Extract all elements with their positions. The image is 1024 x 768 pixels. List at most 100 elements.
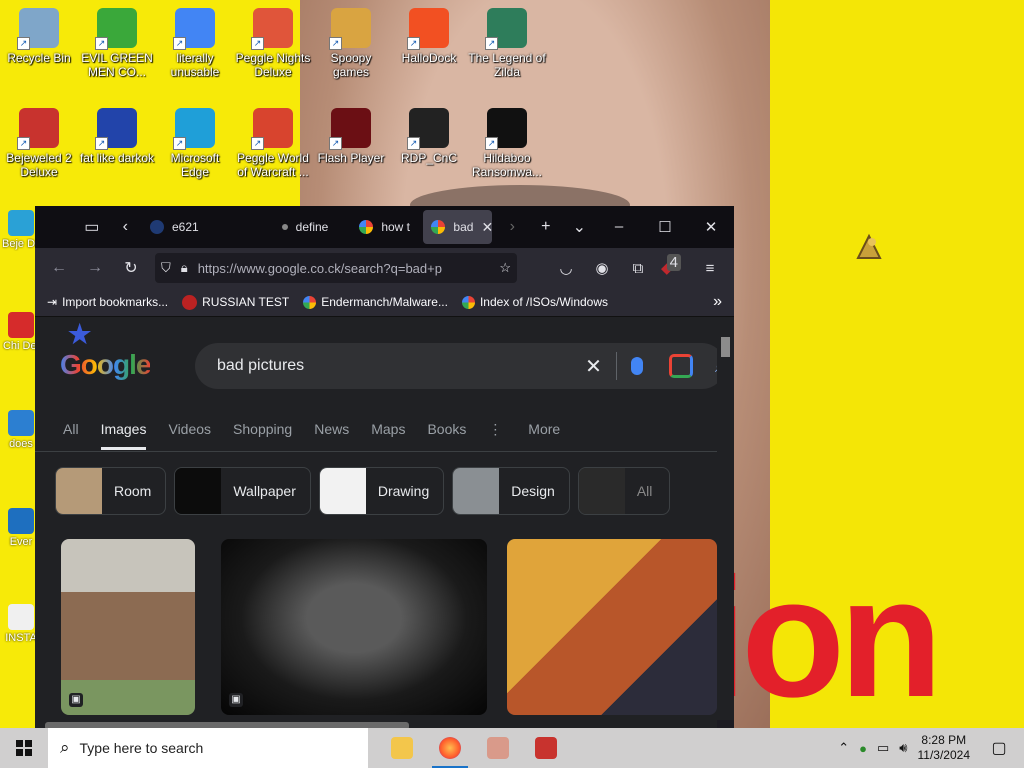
microphone-icon[interactable] (630, 357, 643, 375)
chip-room[interactable]: Room (55, 467, 167, 515)
tray-app-icon[interactable]: ● (859, 741, 867, 756)
clear-search-icon[interactable]: ✕ (585, 354, 602, 379)
reload-button[interactable]: ↻ (113, 258, 149, 278)
chip-all[interactable]: All (577, 467, 670, 515)
search-box[interactable]: bad pictures ✕ ⌕ (195, 343, 717, 389)
chevron-right-icon: › (509, 218, 515, 235)
tab-define[interactable]: define (274, 210, 348, 244)
chip-thumbnail (453, 468, 500, 514)
taskbar-file-explorer[interactable] (378, 728, 426, 768)
desktop-icon[interactable]: ↗ HalloDock (390, 8, 468, 65)
ublock-icon[interactable]: ◆4 (656, 254, 692, 277)
image-result-dark-face[interactable]: ▣ (221, 539, 487, 715)
tab-images[interactable]: Images (100, 421, 147, 450)
new-tab-button[interactable]: + (529, 209, 563, 245)
minimize-button[interactable]: – (596, 218, 642, 236)
taskbar-firefox[interactable] (426, 728, 474, 768)
notification-icon: ▢ (991, 740, 1007, 757)
desktop-icon[interactable]: ↗ EVIL GREEN MEN CO... (78, 8, 156, 79)
start-button[interactable] (0, 728, 48, 768)
desktop-icon-label: Microsoft Edge (170, 151, 220, 179)
image-result-movie-poster[interactable] (507, 539, 717, 715)
maximize-button[interactable]: ☐ (642, 218, 688, 236)
desktop-icon[interactable]: ↗ Hildaboo Ransomwa... (468, 108, 546, 179)
taskbar-bejeweled[interactable] (522, 728, 570, 768)
tab-label: how t (381, 220, 411, 234)
tab-bar: ▭ ‹ e621 define how t bad ✕ › + ⌄ – ☐ ✕ (35, 206, 734, 248)
desktop-icon[interactable]: ↗ Microsoft Edge (156, 108, 234, 179)
network-icon[interactable]: ▭ (877, 740, 889, 756)
google-logo[interactable]: ★ Google (60, 319, 151, 381)
vertical-scrollbar[interactable] (717, 317, 734, 720)
tab-videos[interactable]: Videos (168, 421, 211, 450)
tab-bad-pictures[interactable]: bad ✕ (423, 210, 492, 244)
chip-thumbnail (175, 468, 222, 514)
forward-button[interactable]: → (77, 259, 113, 277)
tab-how[interactable]: how t (351, 210, 419, 244)
tab-shopping[interactable]: Shopping (233, 421, 292, 450)
tab-more[interactable]: ⋮ More (488, 421, 582, 450)
menu-icon[interactable]: ≡ (692, 260, 728, 277)
app-icon (8, 508, 34, 534)
tab-scroll-left-button[interactable]: ‹ (109, 209, 143, 245)
search-input[interactable]: bad pictures (217, 357, 585, 375)
volume-icon[interactable]: 🔊︎ (899, 740, 907, 756)
tab-maps[interactable]: Maps (371, 421, 405, 450)
shortcut-arrow-icon: ↗ (173, 137, 186, 150)
clock[interactable]: 8:28 PM 11/3/2024 (918, 733, 971, 763)
bookmark-label: Index of /ISOs/Windows (479, 295, 609, 309)
back-button[interactable]: ← (41, 259, 77, 277)
tab-books[interactable]: Books (427, 421, 466, 450)
bookmark-russian-test[interactable]: RUSSIAN TEST (182, 294, 289, 310)
bookmark-endermanch[interactable]: Endermanch/Malware... (303, 295, 448, 309)
list-tabs-button[interactable]: ⌄ (563, 209, 597, 245)
bookmark-star-icon[interactable]: ☆ (499, 260, 511, 276)
desktop-icon-label: HalloDock (401, 51, 457, 65)
bookmark-isos[interactable]: Index of /ISOs/Windows (461, 295, 609, 309)
desktop-icon[interactable]: ↗ fat like darkok (78, 108, 156, 165)
account-icon[interactable]: ◉ (584, 259, 620, 277)
desktop-icon[interactable]: ↗ Bejeweled 2 Deluxe (0, 108, 78, 179)
close-window-button[interactable]: ✕ (688, 218, 734, 236)
tab-e621[interactable]: e621 (142, 210, 270, 244)
desktop-icon[interactable]: ↗ RDP_CnC (390, 108, 468, 165)
close-tab-icon[interactable]: ✕ (481, 219, 491, 236)
desktop-icon[interactable]: ↗ Spoopy games (312, 8, 390, 79)
image-icon: ▣ (229, 693, 243, 707)
desktop-icon[interactable]: ↗ Flash Player (312, 108, 390, 165)
shortcut-arrow-icon: ↗ (485, 37, 498, 50)
google-lens-icon[interactable] (668, 354, 693, 378)
url-text[interactable]: https://www.google.co.ck/search?q=bad+p (198, 261, 500, 276)
plus-icon: + (541, 218, 551, 235)
chevron-up-icon[interactable]: ⌃ (838, 740, 849, 756)
chip-design[interactable]: Design (452, 467, 570, 515)
tab-scroll-right-button[interactable]: › (496, 209, 530, 245)
shortcut-arrow-icon: ↗ (329, 37, 342, 50)
taskbar-search[interactable]: ⌕ Type here to search (48, 728, 368, 768)
taskbar-zilda[interactable] (474, 728, 522, 768)
shield-icon[interactable]: ⛉ (161, 260, 171, 276)
tabs-divider (35, 451, 717, 452)
desktop-icon[interactable]: ↗ Recycle Bin (0, 8, 78, 65)
desktop-icon[interactable]: ↗ Peggle World of Warcraft ... (234, 108, 312, 179)
app-icon: ↗ (173, 8, 215, 50)
tab-overview-button[interactable]: ▭ (75, 209, 109, 245)
desktop-icon[interactable]: ↗ Peggle Nights Deluxe (234, 8, 312, 79)
image-result-woman[interactable]: ▣ (61, 539, 195, 715)
scroll-thumb[interactable] (721, 337, 730, 357)
desktop-icon[interactable]: ↗ literally unusable (156, 8, 234, 79)
notification-button[interactable]: ▢ (984, 738, 1024, 758)
tab-news[interactable]: News (314, 421, 349, 450)
pocket-icon[interactable]: ◡ (548, 259, 584, 277)
extensions-icon[interactable]: ⧉ (620, 260, 656, 277)
chip-label: All (636, 483, 653, 499)
app-icon: ↗ (329, 108, 371, 150)
chip-drawing[interactable]: Drawing (318, 467, 445, 515)
desktop-icon[interactable]: ↗ The Legend of Zilda (468, 8, 546, 79)
lock-icon[interactable]: 🔒︎ (181, 260, 188, 276)
tab-all[interactable]: All (63, 421, 79, 450)
bookmark-import[interactable]: ⇥ Import bookmarks... (47, 295, 168, 309)
more-bookmarks-icon[interactable]: » (713, 293, 722, 311)
url-bar[interactable]: ⛉ 🔒︎ https://www.google.co.ck/search?q=b… (155, 253, 517, 283)
chip-wallpaper[interactable]: Wallpaper (174, 467, 311, 515)
